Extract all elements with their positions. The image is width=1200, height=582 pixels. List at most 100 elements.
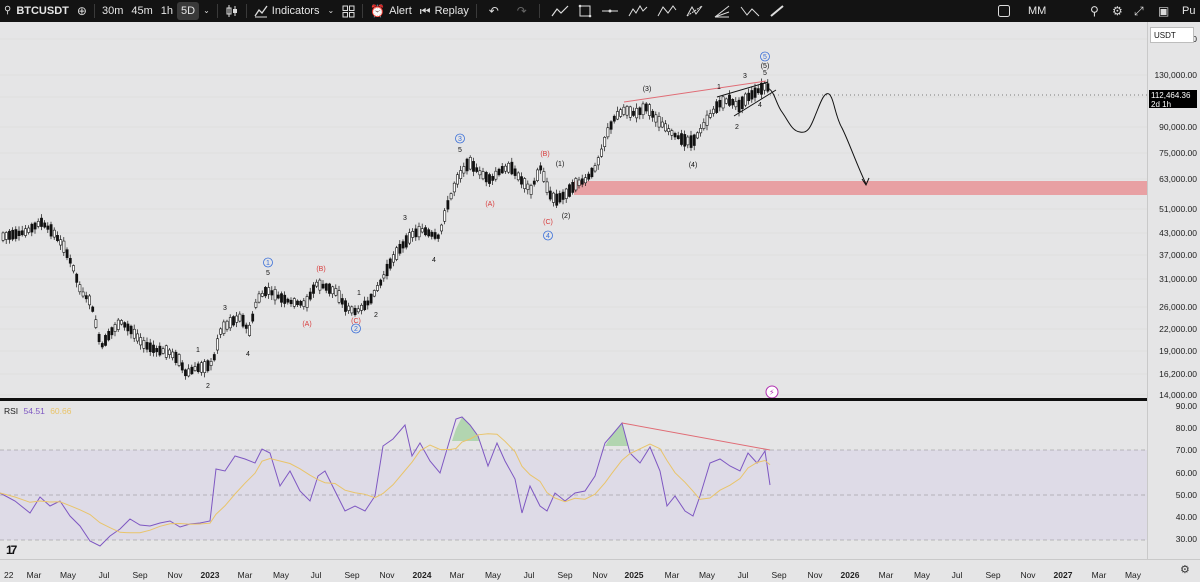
candle-body [689, 135, 693, 148]
fullscreen-toggle[interactable]: ⤢ [1130, 0, 1148, 22]
currency-selector[interactable]: USDT [1150, 27, 1194, 43]
trend-line-icon[interactable] [551, 4, 569, 18]
candle-body [600, 148, 603, 157]
templates-button[interactable] [338, 0, 359, 22]
wave-label: (B) [540, 151, 549, 158]
candle-body [699, 128, 703, 134]
candle-body [369, 293, 373, 304]
candle-body [417, 226, 421, 238]
indicators-button[interactable]: Indicators ⌄ [250, 0, 338, 22]
time-tick: May [272, 570, 290, 580]
alert-button[interactable]: ⏰ Alert [366, 0, 416, 22]
quick-search-button[interactable]: ⚲ [1086, 0, 1103, 22]
candle-body [180, 362, 184, 371]
interval-1h[interactable]: 1h [157, 0, 177, 22]
candle-body [321, 283, 325, 289]
candle-body [20, 230, 24, 236]
pattern-icon[interactable] [686, 4, 704, 18]
candle-body [62, 240, 66, 253]
replay-button[interactable]: ⏮ Replay [416, 0, 473, 22]
candle-body [334, 288, 338, 296]
rsi-tick: 70.00 [1175, 445, 1197, 455]
rsi-tick: 60.00 [1175, 468, 1197, 478]
interval-5d[interactable]: 5D [177, 2, 200, 20]
candle-body [488, 174, 491, 184]
candle-body [654, 114, 658, 123]
time-tick: Nov [167, 570, 183, 580]
settings-button[interactable]: ⚙ [1108, 0, 1127, 22]
candle-body [392, 254, 395, 263]
brush-icon[interactable] [769, 4, 785, 18]
candle-body [318, 279, 322, 291]
candle-body [248, 324, 251, 336]
candle-body [193, 366, 197, 371]
fullscreen-button[interactable] [993, 0, 1015, 22]
candle-body [456, 174, 459, 185]
bar-countdown: 2d 1h [1151, 100, 1172, 109]
candle-body [312, 284, 315, 294]
layout-name: MM [1028, 5, 1047, 17]
candle-body [584, 177, 587, 184]
snapshot-button[interactable]: ▣ [1154, 0, 1173, 22]
candle-body [587, 173, 591, 180]
candle-body [27, 227, 31, 233]
candle-body [116, 319, 120, 330]
candle-body [545, 181, 549, 193]
candle-body [628, 106, 632, 118]
interval-dropdown[interactable]: ⌄ [199, 0, 214, 22]
price-tick: 16,200.00 [1159, 369, 1197, 379]
candle-body [139, 337, 143, 346]
tradingview-logo[interactable]: 17 [6, 543, 17, 557]
candle-body [568, 184, 571, 197]
interval-30m[interactable]: 30m [98, 0, 127, 22]
fib-icon[interactable] [713, 4, 731, 18]
wxy-wave-icon[interactable] [657, 4, 677, 18]
candle-body [257, 293, 261, 303]
price-tick: 31,000.00 [1159, 274, 1197, 284]
axis-settings-button[interactable]: ⚙ [1180, 563, 1190, 576]
time-tick: Sep [344, 570, 360, 580]
currency-label: USDT [1154, 31, 1176, 40]
symbol-name: BTCUSDT [16, 5, 69, 17]
time-tick: 2024 [412, 570, 432, 580]
interval-45m[interactable]: 45m [127, 0, 156, 22]
publish-button[interactable]: Pu [1178, 0, 1199, 22]
add-symbol-button[interactable]: ⊕ [73, 0, 91, 22]
candle-body [443, 210, 447, 222]
candle-body [65, 249, 69, 258]
candle-body [760, 82, 763, 95]
rsi-pane[interactable] [0, 401, 1147, 559]
candle-body [481, 171, 485, 180]
abc-wave-icon[interactable] [740, 4, 760, 18]
candle-body [203, 361, 207, 373]
redo-icon: ↷ [516, 4, 527, 18]
elliott-wave-icon[interactable] [628, 4, 648, 18]
candle-body [174, 351, 178, 363]
layout-button[interactable]: MM [1024, 0, 1050, 22]
time-tick: Nov [1020, 570, 1036, 580]
candle-body [548, 190, 552, 200]
candle-body [209, 361, 213, 366]
time-axis[interactable]: 22 Mar May Jul Sep Nov 2023 Mar May Jul Sep Nov 2024… [0, 559, 1200, 582]
wave-label: 3 [403, 215, 407, 222]
candle-body [750, 90, 754, 100]
rsi-legend[interactable]: RSI 54.51 60.66 [4, 406, 71, 416]
symbol-search[interactable]: ⚲ BTCUSDT [0, 0, 73, 22]
candle-body [462, 166, 466, 174]
redo-button[interactable]: ↷ [508, 0, 536, 22]
horizontal-line-icon[interactable] [601, 4, 619, 18]
price-tick: 90,000.00 [1159, 122, 1197, 132]
wave-labels: 1 2 3 4 5 (1) (2) (3) (4) (5) (A) (B) (C) (A) (B) (C) 1 2… [196, 51, 770, 390]
rectangle-icon[interactable] [578, 4, 592, 18]
interval-label: 30m [101, 5, 124, 17]
candle-body [212, 354, 216, 361]
undo-button[interactable]: ↶ [480, 0, 508, 22]
candle-body [123, 322, 127, 328]
candle-body [667, 128, 671, 132]
price-chart[interactable]: 1 2 3 4 5 (1) (2) (3) (4) (5) (A) (B) (C) (A) (B) (C) 1 2… [0, 22, 1147, 398]
chevron-down-icon: ⌄ [203, 6, 210, 15]
wave-label: (3) [643, 86, 652, 93]
chart-type-button[interactable] [221, 0, 243, 22]
rsi-divergence-line [621, 422, 771, 451]
plus-circle-icon: ⊕ [76, 4, 87, 18]
